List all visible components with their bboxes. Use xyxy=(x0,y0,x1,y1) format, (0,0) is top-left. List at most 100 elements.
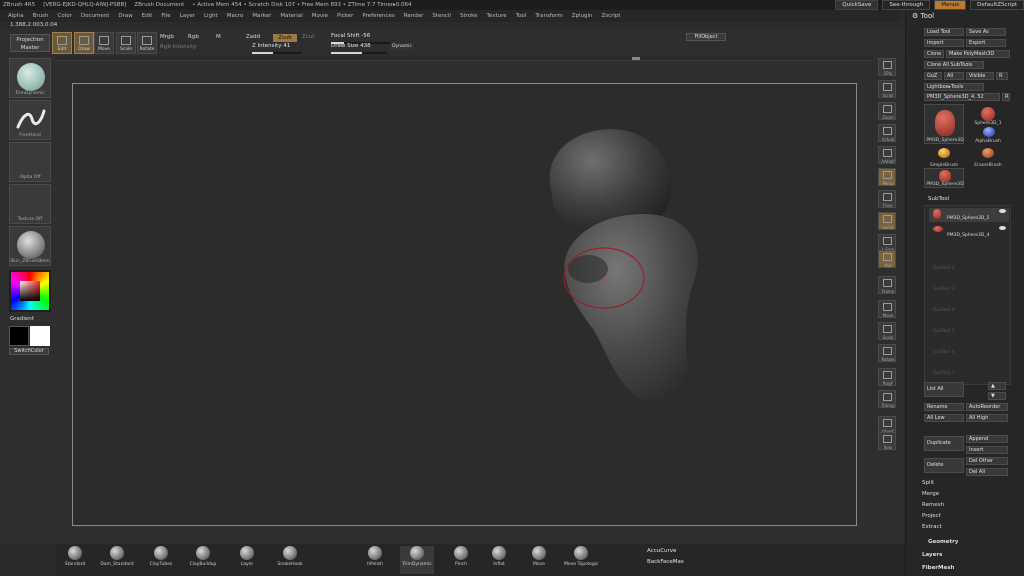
rename-button[interactable]: Rename xyxy=(924,403,964,411)
zadd-button[interactable]: Zadd xyxy=(246,34,260,40)
brush-move-topologic[interactable]: Move Topologic xyxy=(564,546,598,574)
draw-size-slider[interactable]: Draw Size 438 xyxy=(331,43,387,54)
switchcolor-button[interactable]: SwitchColor xyxy=(9,348,49,355)
shelf-spix-button[interactable]: SPix xyxy=(878,58,896,76)
brush-selector[interactable]: TrimDynamic xyxy=(9,58,51,98)
shelf-scale-button[interactable]: Scale xyxy=(878,322,896,340)
append-button[interactable]: Append xyxy=(966,435,1008,443)
main-color-swatch[interactable] xyxy=(9,326,29,346)
brush-trimdynamic[interactable]: TrimDynamic xyxy=(400,546,434,574)
goz-all-button[interactable]: All xyxy=(944,72,964,80)
del-all-button[interactable]: Del All xyxy=(966,468,1008,476)
menu-material[interactable]: Material xyxy=(280,13,302,19)
z-intensity-slider[interactable]: Z Intensity 41 xyxy=(252,43,302,54)
brush-layer[interactable]: Layer xyxy=(230,546,264,574)
arrow-up-button[interactable]: ▲ xyxy=(988,382,1006,390)
menu-document[interactable]: Document xyxy=(81,13,110,19)
tool-thumb-simplebrush[interactable]: SimpleBrush xyxy=(924,146,964,168)
alpha-selector[interactable]: Alpha Off xyxy=(9,142,51,182)
autoreorder-button[interactable]: AutoReorder xyxy=(966,403,1008,411)
delete-button[interactable]: Delete xyxy=(924,458,964,473)
save-as-button[interactable]: Save As xyxy=(966,28,1006,36)
export-button[interactable]: Export xyxy=(966,39,1006,47)
subtool-eye-icon[interactable] xyxy=(999,209,1006,213)
load-tool-button[interactable]: Load Tool xyxy=(924,28,964,36)
shelf-xyz-button[interactable]: Xyz xyxy=(878,250,896,268)
menu-alpha[interactable]: Alpha xyxy=(8,13,24,19)
brush-standard[interactable]: Standard xyxy=(58,546,92,574)
shelf-frame-button[interactable]: Frame xyxy=(878,276,896,294)
menu-layer[interactable]: Layer xyxy=(180,13,195,19)
current-tool-r-button[interactable]: R xyxy=(1002,93,1010,101)
menu-transform[interactable]: Transform xyxy=(535,13,562,19)
menu-macro[interactable]: Macro xyxy=(227,13,244,19)
menu-zscript[interactable]: Zscript xyxy=(601,13,620,19)
extract-section[interactable]: Extract xyxy=(922,524,942,530)
stroke-selector[interactable]: FreeHand xyxy=(9,100,51,140)
mrgb-button[interactable]: Mrgb xyxy=(160,34,174,40)
menu-draw[interactable]: Draw xyxy=(118,13,132,19)
layers-section[interactable]: Layers xyxy=(922,552,942,558)
menu-file[interactable]: File xyxy=(161,13,170,19)
subtool-row[interactable]: PM3D_Sphere3D_5 xyxy=(929,208,1009,222)
brush-inflat[interactable]: Inflat xyxy=(482,546,516,574)
project-section[interactable]: Project xyxy=(922,513,941,519)
accucurve-toggle[interactable]: AccuCurve xyxy=(647,548,676,554)
tool-thumb-eraserbrush[interactable]: EraserBrush xyxy=(968,146,1008,168)
insert-button[interactable]: Insert xyxy=(966,446,1008,454)
fibermesh-section[interactable]: FiberMesh xyxy=(922,565,954,571)
list-all-button[interactable]: List All xyxy=(924,382,964,397)
shelf-move-button[interactable]: Move xyxy=(878,300,896,318)
shelf-zoom-button[interactable]: Zoom xyxy=(878,102,896,120)
brush-move[interactable]: Move xyxy=(522,546,556,574)
menu-texture[interactable]: Texture xyxy=(487,13,507,19)
gradient-toggle[interactable]: Gradient xyxy=(10,316,34,322)
goz-visible-button[interactable]: Visible xyxy=(966,72,994,80)
draw-button[interactable]: Draw xyxy=(74,32,94,54)
menu-brush[interactable]: Brush xyxy=(33,13,49,19)
menu-color[interactable]: Color xyxy=(58,13,72,19)
split-section[interactable]: Split xyxy=(922,480,934,486)
subtool-header[interactable]: SubTool xyxy=(928,196,949,202)
make-polymesh-button[interactable]: Make PolyMesh3D xyxy=(946,50,1010,58)
fillobject-button[interactable]: FillObject xyxy=(686,33,726,41)
brush-claybuildup[interactable]: ClayBuildup xyxy=(186,546,220,574)
shelf-actual-button[interactable]: Actual xyxy=(878,124,896,142)
texture-selector[interactable]: Texture Off xyxy=(9,184,51,224)
menu-picker[interactable]: Picker xyxy=(337,13,353,19)
viewport[interactable] xyxy=(56,57,872,544)
tool-thumb-pm3d-sphere-2[interactable]: PM3D_Sphere3D xyxy=(924,168,964,188)
all-low-button[interactable]: All Low xyxy=(924,414,964,422)
focal-shift-slider[interactable]: Focal Shift -56 xyxy=(331,33,391,44)
backfacemask-toggle[interactable]: BackFaceMas xyxy=(647,559,684,565)
menu-marker[interactable]: Marker xyxy=(252,13,271,19)
menu-render[interactable]: Render xyxy=(404,13,424,19)
see-through-slider[interactable]: See-through xyxy=(882,0,931,10)
menus-button[interactable]: Menus xyxy=(934,0,967,10)
clone-all-subtools-button[interactable]: Clone All SubTools xyxy=(924,61,984,69)
lightbox-tools-button[interactable]: Lightbox▸Tools xyxy=(924,83,984,91)
subtool-row[interactable]: PM3D_Sphere3D_4 xyxy=(929,225,1009,239)
shelf-aahalf-button[interactable]: AAHalf xyxy=(878,146,896,164)
material-selector[interactable]: Skin_ZBrushBlem xyxy=(9,226,51,266)
all-high-button[interactable]: All High xyxy=(966,414,1008,422)
del-other-button[interactable]: Del Other xyxy=(966,457,1008,465)
document-canvas[interactable] xyxy=(72,83,857,526)
current-tool-slider[interactable]: PM3D_Sphere3D_4. 52 xyxy=(924,93,1000,101)
secondary-color-swatch[interactable] xyxy=(30,326,50,346)
menu-zplugin[interactable]: Zplugin xyxy=(572,13,593,19)
brush-pinch[interactable]: Pinch xyxy=(444,546,478,574)
goz-r-button[interactable]: R xyxy=(996,72,1008,80)
zcut-button[interactable]: Zcut xyxy=(302,34,314,40)
default-zscript-button[interactable]: DefaultZScript xyxy=(970,0,1024,10)
shelf-transp-button[interactable]: Transp xyxy=(878,390,896,408)
merge-section[interactable]: Merge xyxy=(922,491,939,497)
brush-snakehook[interactable]: SnakeHook xyxy=(273,546,307,574)
m-button[interactable]: M xyxy=(216,34,221,40)
menu-preferences[interactable]: Preferences xyxy=(362,13,394,19)
shelf-floor-button[interactable]: Floor xyxy=(878,190,896,208)
geometry-section[interactable]: Geometry xyxy=(928,539,958,545)
viewport-scroll-handle[interactable] xyxy=(632,57,640,60)
dynamic-button[interactable]: Dynamic xyxy=(390,43,414,50)
menu-stencil[interactable]: Stencil xyxy=(432,13,451,19)
